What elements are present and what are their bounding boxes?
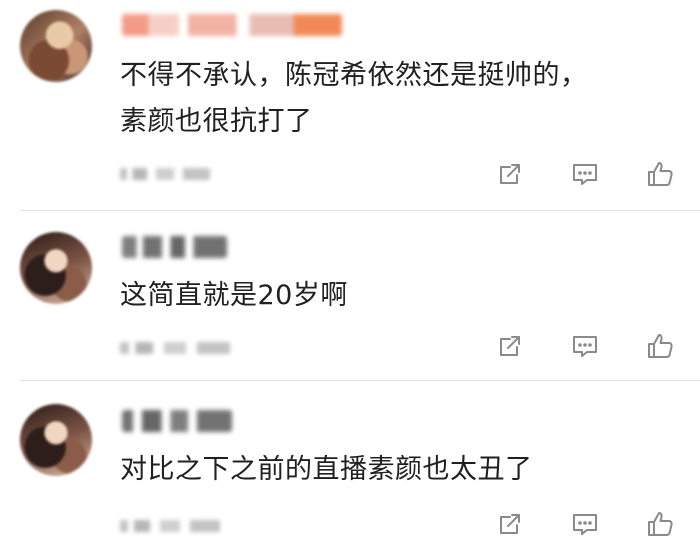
share-icon (500, 336, 520, 356)
share-button[interactable] (492, 328, 528, 364)
like-icon (648, 162, 673, 186)
timestamp (120, 168, 210, 180)
like-button[interactable] (642, 328, 678, 364)
comment-icon (573, 514, 597, 535)
reply-button[interactable] (567, 506, 603, 542)
comment-icon (573, 336, 597, 357)
comment-text: 不得不承认，陈冠希依然还是挺帅的， (120, 60, 588, 91)
reply-button[interactable] (567, 328, 603, 364)
username[interactable] (122, 410, 232, 432)
comment-text: 这简直就是20岁啊 (120, 280, 348, 311)
comment-icon (573, 164, 597, 185)
comment-text: 对比之下之前的直播素颜也太丑了 (120, 454, 533, 485)
timestamp (120, 342, 230, 354)
share-icon (500, 164, 520, 184)
like-icon (648, 512, 673, 536)
like-button[interactable] (642, 156, 678, 192)
comment-item: 对比之下之前的直播素颜也太丑了 (0, 380, 700, 560)
avatar[interactable] (20, 232, 92, 304)
share-icon (500, 514, 520, 534)
username[interactable] (122, 14, 342, 36)
avatar[interactable] (20, 10, 92, 82)
comment-item: 不得不承认，陈冠希依然还是挺帅的， 素颜也很抗打了 (0, 0, 700, 210)
reply-button[interactable] (567, 156, 603, 192)
comment-text: 素颜也很抗打了 (120, 106, 313, 137)
like-icon (648, 334, 673, 358)
share-button[interactable] (492, 156, 528, 192)
comment-item: 这简直就是20岁啊 (0, 210, 700, 380)
share-button[interactable] (492, 506, 528, 542)
username[interactable] (122, 236, 227, 258)
timestamp (120, 520, 220, 532)
avatar[interactable] (20, 404, 92, 476)
like-button[interactable] (642, 506, 678, 542)
